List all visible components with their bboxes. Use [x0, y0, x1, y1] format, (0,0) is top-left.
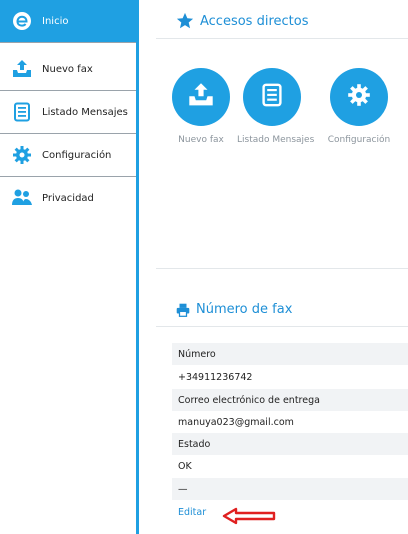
section-title: Número de fax: [196, 302, 293, 317]
divider: [156, 38, 408, 39]
shortcut-listado-mensajes[interactable]: Listado Mensajes: [237, 68, 315, 145]
fax-value-estado: OK: [178, 460, 192, 472]
document-list-icon: [260, 83, 284, 111]
fax-label-estado: Estado: [172, 433, 408, 455]
sidebar-item-inicio[interactable]: Inicio: [0, 0, 136, 42]
main-content: Accesos directos Nuevo fax Listado Mensa…: [156, 0, 408, 534]
printer-icon: [176, 303, 190, 317]
sidebar-item-listado-mensajes[interactable]: Listado Mensajes: [0, 91, 136, 133]
shortcut-configuracion[interactable]: Configuración: [324, 68, 394, 145]
sidebar-border: [136, 0, 139, 534]
sidebar-item-configuracion[interactable]: Configuración: [0, 134, 136, 176]
shortcut-label: Nuevo fax: [178, 135, 224, 145]
users-icon: [12, 188, 32, 208]
star-icon: [176, 12, 194, 30]
sidebar-item-nuevo-fax[interactable]: Nuevo fax: [0, 48, 136, 90]
shortcut-circle[interactable]: [243, 68, 301, 126]
gear-icon: [12, 145, 32, 165]
divider: [156, 326, 408, 327]
sidebar-item-label: Nuevo fax: [42, 63, 93, 75]
shortcut-label: Listado Mensajes: [237, 135, 315, 145]
shortcut-label: Configuración: [327, 135, 391, 145]
document-list-icon: [12, 102, 32, 122]
fax-number-header: Número de fax: [176, 302, 292, 317]
edit-row: Editar: [172, 501, 408, 523]
shortcut-circle[interactable]: [330, 68, 388, 126]
divider: [156, 268, 408, 269]
divider: [0, 42, 136, 43]
fax-value-numero: +34911236742: [178, 371, 253, 383]
sidebar-item-privacidad[interactable]: Privacidad: [0, 177, 136, 219]
fax-label-correo: Correo electrónico de entrega: [172, 389, 408, 411]
edit-link[interactable]: Editar: [178, 507, 206, 518]
shortcut-nuevo-fax[interactable]: Nuevo fax: [166, 68, 236, 145]
annotation-arrow-icon: [222, 507, 276, 525]
upload-tray-icon: [188, 82, 214, 112]
fax-value-correo: manuya023@gmail.com: [178, 416, 294, 428]
sidebar-item-label: Configuración: [42, 149, 112, 161]
fax-label-numero: Número: [172, 343, 408, 365]
shortcuts-header: Accesos directos: [176, 12, 308, 30]
e-logo-icon: [12, 11, 32, 31]
sidebar-item-label: Inicio: [42, 15, 69, 27]
fax-placeholder-row: —: [172, 478, 408, 500]
sidebar-item-label: Privacidad: [42, 192, 94, 204]
sidebar-item-label: Listado Mensajes: [42, 106, 128, 118]
gear-icon: [347, 83, 371, 111]
sidebar: Inicio Nuevo fax Listado Mensajes Config…: [0, 0, 138, 534]
shortcut-circle[interactable]: [172, 68, 230, 126]
section-title: Accesos directos: [200, 13, 309, 29]
upload-tray-icon: [12, 59, 32, 79]
